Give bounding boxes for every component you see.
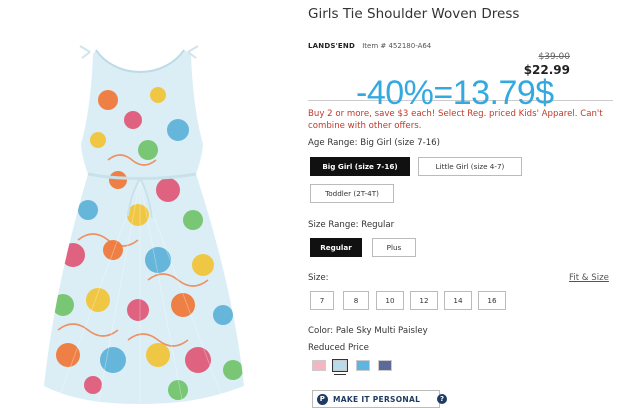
- size-option-10[interactable]: 10: [376, 291, 404, 310]
- age-option-little-girl[interactable]: Little Girl (size 4-7): [418, 157, 522, 176]
- navy-pattern-swatch[interactable]: [378, 360, 392, 371]
- size-option-16[interactable]: 16: [478, 291, 506, 310]
- discount-annotation: -40%=13.79$: [356, 74, 554, 112]
- size-label: Size:: [308, 273, 329, 283]
- size-range-regular[interactable]: Regular: [310, 238, 362, 257]
- size-option-14[interactable]: 14: [444, 291, 472, 310]
- age-option-toddler[interactable]: Toddler (2T-4T): [310, 184, 394, 203]
- reduced-price-label: Reduced Price: [308, 343, 369, 353]
- brand-row: LANDS'END Item # 452180-A64: [308, 42, 431, 50]
- selected-swatch-indicator: [334, 374, 346, 375]
- item-number: Item # 452180-A64: [362, 42, 432, 50]
- personalize-icon: P: [317, 393, 328, 405]
- size-range-label: Size Range: Regular: [308, 220, 395, 230]
- fit-size-link[interactable]: Fit & Size: [569, 273, 609, 283]
- size-option-7[interactable]: 7: [310, 291, 334, 310]
- make-it-personal-label: MAKE IT PERSONAL: [333, 394, 421, 404]
- age-range-label: Age Range: Big Girl (size 7-16): [308, 138, 440, 148]
- blue-pink-swatch[interactable]: [356, 360, 370, 371]
- size-range-plus[interactable]: Plus: [372, 238, 416, 257]
- color-label: Color: Pale Sky Multi Paisley: [308, 326, 428, 336]
- brand-logo: LANDS'END: [308, 42, 355, 50]
- pale-sky-paisley-swatch[interactable]: [332, 359, 348, 372]
- product-info-panel: Girls Tie Shoulder Woven Dress LANDS'END…: [308, 0, 618, 408]
- pink-floral-swatch[interactable]: [312, 360, 326, 371]
- original-price: $39.00: [538, 52, 571, 62]
- help-icon[interactable]: ?: [437, 394, 447, 404]
- size-option-8[interactable]: 8: [343, 291, 369, 310]
- age-option-big-girl[interactable]: Big Girl (size 7-16): [310, 157, 410, 176]
- size-option-12[interactable]: 12: [410, 291, 438, 310]
- make-it-personal-button[interactable]: P MAKE IT PERSONAL: [312, 390, 440, 408]
- product-title: Girls Tie Shoulder Woven Dress: [308, 6, 520, 22]
- product-image: [44, 45, 244, 404]
